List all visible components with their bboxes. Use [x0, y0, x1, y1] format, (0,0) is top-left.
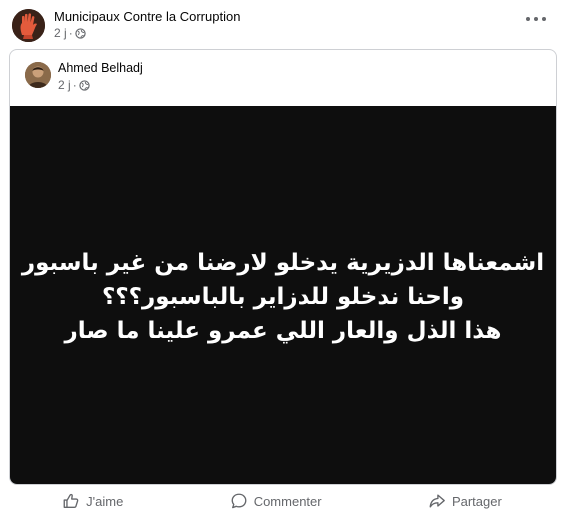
- post-meta: 2 j ·: [54, 26, 86, 40]
- page-name[interactable]: Municipaux Contre la Corruption: [54, 9, 240, 24]
- like-button[interactable]: J'aime: [62, 492, 123, 510]
- like-icon: [63, 493, 79, 508]
- action-bar: J'aime Commenter Partager: [9, 486, 555, 516]
- comment-button[interactable]: Commenter: [230, 492, 322, 510]
- share-label: Partager: [451, 493, 502, 509]
- hand-icon: [12, 9, 45, 42]
- shared-post-time[interactable]: 2 j: [58, 78, 71, 92]
- image-text-line: اشمعناها الدزيرية يدخلو لارضنا من غير با…: [21, 250, 545, 276]
- more-options-icon: [526, 17, 530, 21]
- globe-icon: [75, 27, 86, 39]
- more-options-button[interactable]: [526, 12, 546, 26]
- person-photo-icon: [25, 62, 51, 88]
- page-avatar[interactable]: [12, 9, 45, 42]
- post-image[interactable]: اشمعناها الدزيرية يدخلو لارضنا من غير با…: [10, 106, 556, 484]
- like-label: J'aime: [86, 493, 124, 509]
- image-text-line: هذا الذل والعار اللي عمرو علينا ما صار: [64, 318, 502, 344]
- author-avatar[interactable]: [25, 62, 51, 88]
- shared-post-meta: 2 j ·: [58, 78, 90, 92]
- comment-icon: [231, 493, 247, 509]
- post-time[interactable]: 2 j: [54, 26, 67, 40]
- shared-post-card[interactable]: Ahmed Belhadj 2 j · اشمعناها الدزيرية يد…: [9, 49, 557, 485]
- globe-icon: [79, 79, 90, 91]
- author-name[interactable]: Ahmed Belhadj: [58, 61, 143, 75]
- share-icon: [429, 494, 445, 508]
- share-button[interactable]: Partager: [428, 492, 502, 510]
- comment-label: Commenter: [253, 493, 322, 509]
- image-text-line: واحنا ندخلو للدزاير بالباسبور؟؟؟: [101, 284, 465, 310]
- post-image-text: اشمعناها الدزيرية يدخلو لارضنا من غير با…: [10, 246, 556, 348]
